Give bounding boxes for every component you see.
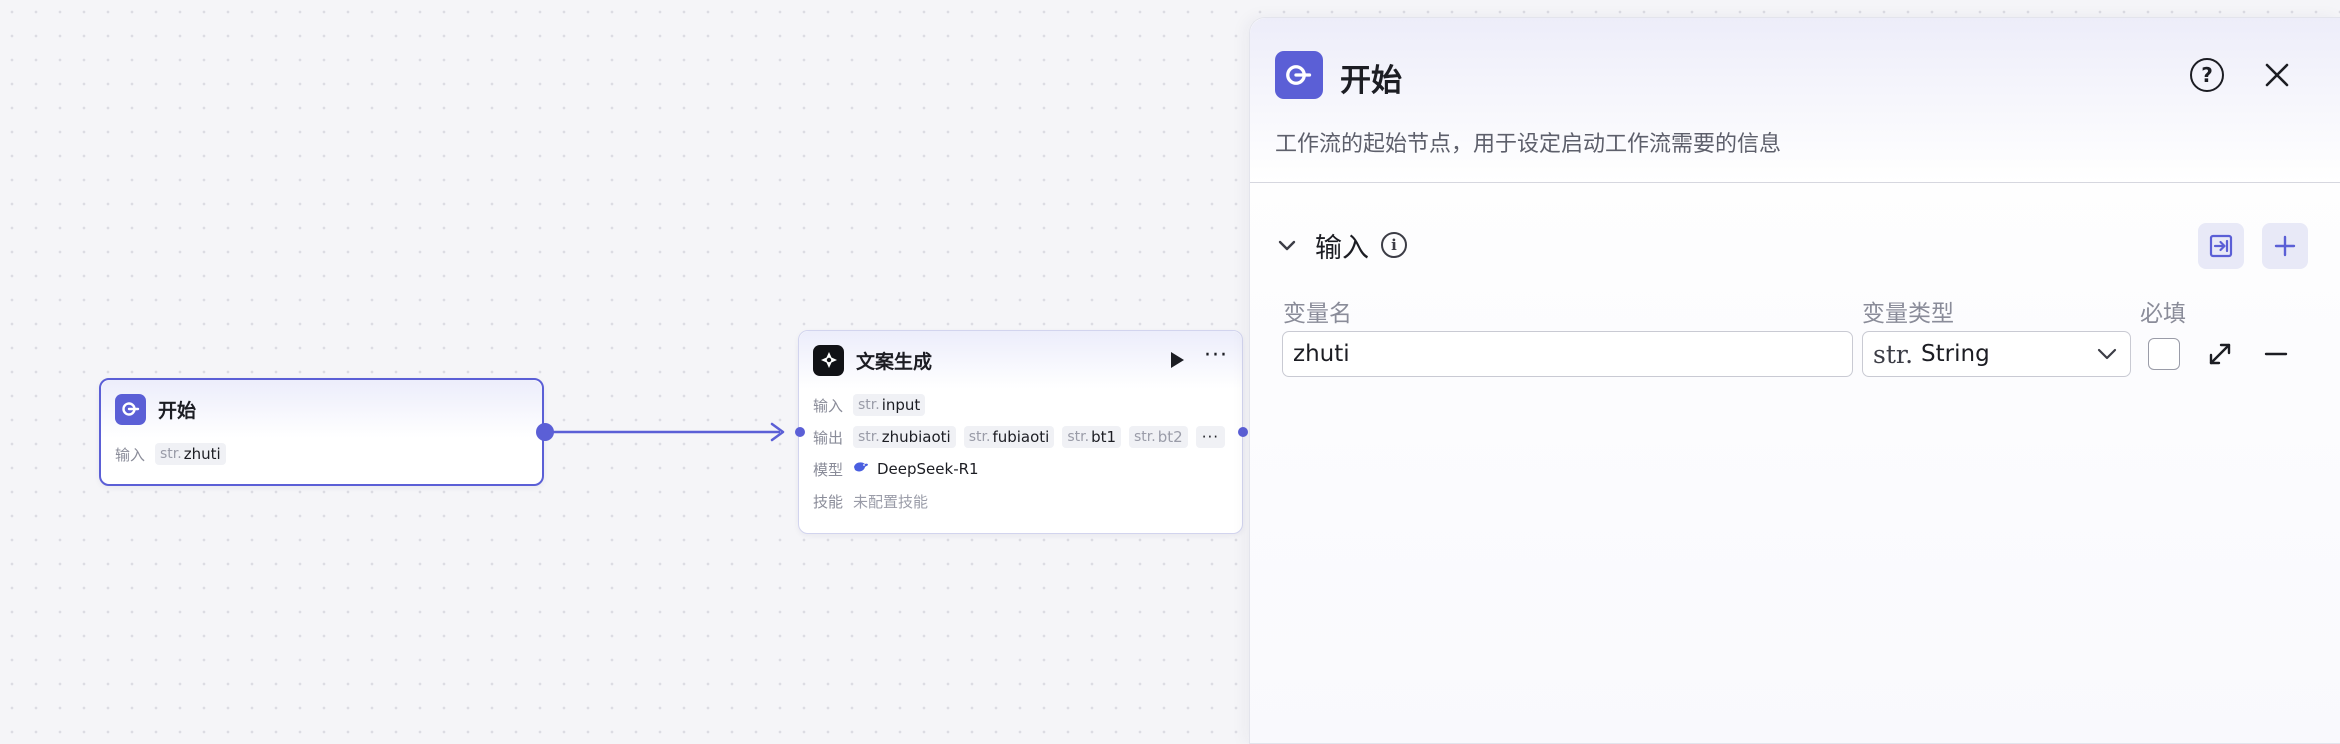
copywriting-node-header: 文案生成 ··· — [799, 331, 1242, 389]
input-section-header[interactable]: 输入 i — [1275, 223, 1407, 267]
type-prefix: str. — [1873, 339, 1914, 369]
copywriting-node-title: 文案生成 — [856, 350, 933, 373]
variable-tag: str. zhuti — [155, 443, 226, 465]
variable-tag: str. zhubiaoti — [853, 426, 956, 448]
deepseek-model-icon — [853, 460, 869, 478]
more-outputs-button[interactable]: ··· — [1195, 426, 1225, 448]
close-icon[interactable] — [2260, 58, 2294, 92]
start-node[interactable]: 开始 输入 str. zhuti — [99, 378, 544, 486]
start-node-title: 开始 — [158, 399, 197, 422]
variable-tag: str. bt1 — [1062, 426, 1122, 448]
copywriting-input-row: 输入 str. input — [799, 389, 1242, 421]
variable-tag: str. input — [853, 394, 926, 416]
chevron-down-icon — [2097, 348, 2117, 360]
play-icon[interactable] — [1171, 352, 1185, 368]
type-value: String — [1921, 341, 1990, 367]
model-value: DeepSeek-R1 — [877, 460, 979, 478]
copywriting-output-port[interactable] — [1238, 427, 1248, 437]
expand-icon[interactable] — [2206, 340, 2234, 368]
plus-icon — [2274, 235, 2296, 257]
variable-type-select[interactable]: str. String — [1862, 331, 2131, 377]
variable-name-input[interactable] — [1282, 331, 1853, 377]
start-node-output-port[interactable] — [536, 423, 554, 441]
info-circle-icon[interactable]: i — [1381, 232, 1407, 258]
model-label: 模型 — [813, 460, 844, 479]
copywriting-output-row: 输出 str. zhubiaoti str. fubiaoti str. bt1 st… — [799, 421, 1242, 453]
column-header-type: 变量类型 — [1862, 301, 1954, 327]
skill-label: 技能 — [813, 492, 844, 511]
panel-header: 开始 ? 工作流的起始节点，用于设定启动工作流需要的信息 — [1250, 18, 2340, 183]
variable-tag: str. bt2 — [1129, 426, 1188, 448]
start-node-icon — [115, 393, 146, 425]
start-node-header: 开始 — [101, 380, 542, 438]
help-circle-icon[interactable]: ? — [2190, 58, 2224, 92]
copywriting-skill-row: 技能 未配置技能 — [799, 485, 1242, 517]
import-variable-button[interactable] — [2198, 223, 2244, 269]
add-variable-button[interactable] — [2262, 223, 2308, 269]
node-config-panel: 开始 ? 工作流的起始节点，用于设定启动工作流需要的信息 输入 i 变量名 变量… — [1249, 17, 2340, 744]
input-section-title: 输入 — [1315, 232, 1369, 264]
panel-title: 开始 — [1340, 63, 1402, 99]
import-variable-icon — [2209, 234, 2233, 258]
copywriting-input-port[interactable] — [795, 427, 805, 437]
input-label: 输入 — [813, 396, 844, 415]
panel-description: 工作流的起始节点，用于设定启动工作流需要的信息 — [1275, 132, 1782, 157]
ai-robot-icon — [813, 344, 844, 376]
chevron-down-icon[interactable] — [1275, 233, 1299, 257]
copywriting-model-row: 模型 DeepSeek-R1 — [799, 453, 1242, 485]
start-node-input-row: 输入 str. zhuti — [101, 438, 542, 470]
required-checkbox[interactable] — [2148, 338, 2180, 370]
output-label: 输出 — [813, 428, 844, 447]
skill-value: 未配置技能 — [853, 492, 929, 511]
input-label: 输入 — [115, 445, 146, 464]
column-header-required: 必填 — [2140, 301, 2186, 327]
variable-tag: str. fubiaoti — [963, 426, 1055, 448]
minus-icon[interactable] — [2262, 340, 2290, 368]
copywriting-node[interactable]: 文案生成 ··· 输入 str. input 输出 str. zhubiaoti s… — [798, 330, 1243, 534]
workflow-canvas[interactable]: 开始 输入 str. zhuti 文案生成 ··· 输入 str. input 输出 — [0, 0, 2340, 744]
start-node-icon — [1275, 51, 1323, 99]
more-dots-icon[interactable]: ··· — [1204, 345, 1228, 367]
column-header-name: 变量名 — [1283, 301, 1352, 327]
